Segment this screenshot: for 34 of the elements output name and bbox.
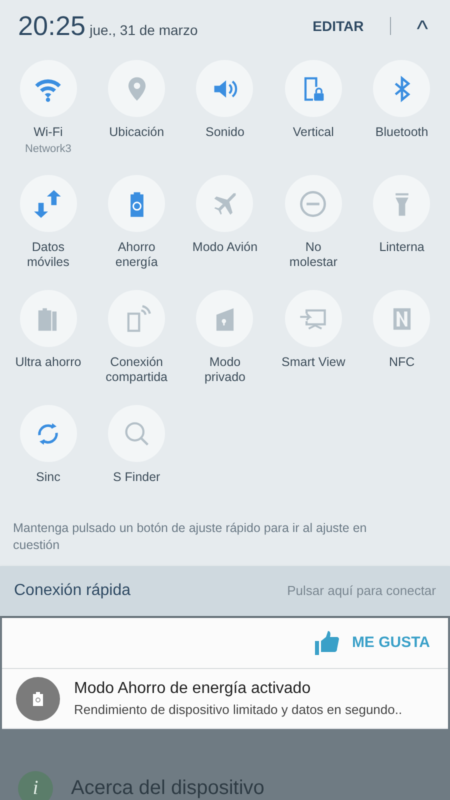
- thumbs-up-icon: [314, 630, 340, 656]
- toggle-label: No molestar: [288, 240, 338, 270]
- toggle-label: Conexión compartida: [104, 355, 169, 385]
- hint-text: Mantenga pulsado un botón de ajuste rápido para ir al ajuste en cuestión: [12, 520, 368, 554]
- toggle-label: Ultra ahorro: [15, 355, 82, 370]
- up-down-arrows-icon: [33, 188, 64, 218]
- notification-title: Modo Ahorro de energía activado: [74, 678, 312, 699]
- toggle-label: Modo privado: [203, 355, 246, 385]
- toggle-label: Bluetooth: [374, 125, 430, 140]
- notification-row[interactable]: Modo Ahorro de energía activado Rendimiento de dispositivo limitado y datos en segundo..: [2, 669, 448, 729]
- network-name: Network3: [24, 142, 72, 157]
- edit-button[interactable]: EDITAR: [312, 16, 364, 36]
- toggle-label: Datos móviles: [26, 240, 70, 270]
- toggle-label: Wi-Fi: [32, 125, 64, 140]
- toggle-label: Linterna: [378, 240, 426, 255]
- quick-connect-bar[interactable]: Conexión rápida Pulsar aquí para conectar: [0, 566, 450, 616]
- notification-text: Rendimiento de dispositivo limitado y datos en segundo..: [74, 700, 402, 719]
- toggle-label: Ahorro energía: [114, 240, 159, 270]
- toggle-label: Sonido: [204, 125, 246, 140]
- toggle-label: Ubicación: [108, 125, 166, 140]
- clock: 20:25: [18, 12, 86, 40]
- toggle-label: Sinc: [35, 470, 62, 485]
- toggle-label: Vertical: [292, 125, 335, 140]
- date: jue., 31 de marzo: [90, 20, 198, 40]
- quick-connect-title: Conexión rápida: [14, 581, 131, 601]
- collapse-button[interactable]: ^: [416, 10, 428, 42]
- settings-item: Acerca del dispositivo: [71, 776, 264, 800]
- info-icon: i: [18, 770, 53, 800]
- toggle-label: Modo Avión: [192, 240, 258, 255]
- toggle-label: Smart View: [280, 355, 346, 370]
- quick-connect-hint: Pulsar aquí para conectar: [287, 582, 436, 600]
- toggle-label: NFC: [388, 355, 416, 370]
- toggle-label: S Finder: [112, 470, 162, 485]
- no-entry-icon: [298, 188, 328, 218]
